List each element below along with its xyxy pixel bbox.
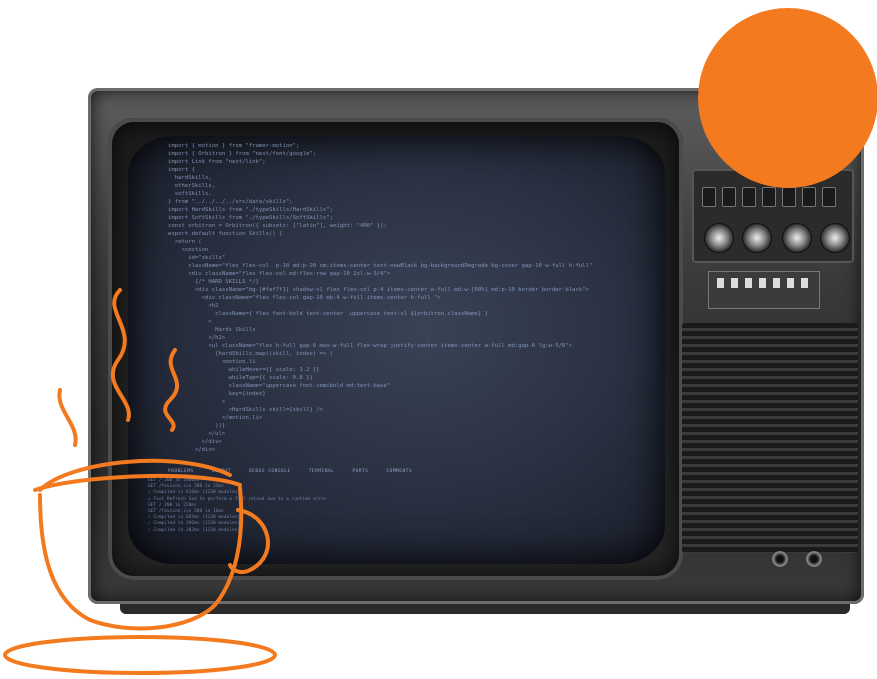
pin: [759, 278, 766, 288]
steam-line: [163, 348, 180, 432]
code-line: const orbitron = Orbitron({ subsets: ["l…: [168, 223, 387, 229]
code-line: otherSkills,: [168, 183, 216, 189]
pin: [787, 278, 794, 288]
pin: [801, 278, 808, 288]
terminal-tab[interactable]: PORTS: [352, 469, 368, 474]
switch: [722, 187, 736, 207]
code-line: hardSkills,: [168, 175, 212, 181]
pin: [745, 278, 752, 288]
code-line: import { motion } from "framer-motion";: [168, 143, 300, 149]
code-line: softSkills,: [168, 191, 212, 197]
switch: [782, 187, 796, 207]
speaker-grille: [682, 323, 858, 553]
code-line: import HardSkills from "./typeSkills/Har…: [168, 207, 334, 213]
pin: [731, 278, 738, 288]
connector-block: [708, 271, 820, 309]
knob: [742, 223, 772, 253]
knob: [704, 223, 734, 253]
jack: [772, 551, 788, 567]
code-line: return (: [168, 239, 202, 245]
switch: [802, 187, 816, 207]
switch: [822, 187, 836, 207]
mug-rim: [33, 473, 242, 492]
mug-body: [38, 486, 244, 631]
steam-line: [57, 388, 78, 447]
code-line: className="flex flex-col p-10 md:p-20 sm…: [168, 263, 593, 269]
code-line: <section: [168, 247, 209, 253]
terminal-tab[interactable]: TERMINAL: [309, 469, 335, 474]
knob: [782, 223, 812, 253]
code-line: import Link from "next/link";: [168, 159, 266, 165]
code-line: import { Orbitron } from "next/font/goog…: [168, 151, 317, 157]
code-line: id="skills": [168, 255, 226, 261]
code-line: } from "../../../../src/data/skills";: [168, 199, 293, 205]
saucer: [3, 635, 277, 675]
knob: [820, 223, 850, 253]
jack: [806, 551, 822, 567]
steam-line: [110, 288, 131, 422]
tv-scene: import { motion } from "framer-motion"; i…: [0, 0, 877, 679]
code-line: import SoftSkills from "./typeSkills/Sof…: [168, 215, 334, 221]
pin: [773, 278, 780, 288]
switch: [762, 187, 776, 207]
terminal-tab[interactable]: COMMENTS: [386, 469, 412, 474]
switch: [742, 187, 756, 207]
switch: [702, 187, 716, 207]
orange-circle: [698, 8, 877, 188]
coffee-mug-doodle: [3, 288, 277, 675]
code-line: export default function Skills() {: [168, 231, 283, 237]
control-panel: [682, 155, 858, 595]
pin: [717, 278, 724, 288]
code-line: import {: [168, 167, 195, 173]
